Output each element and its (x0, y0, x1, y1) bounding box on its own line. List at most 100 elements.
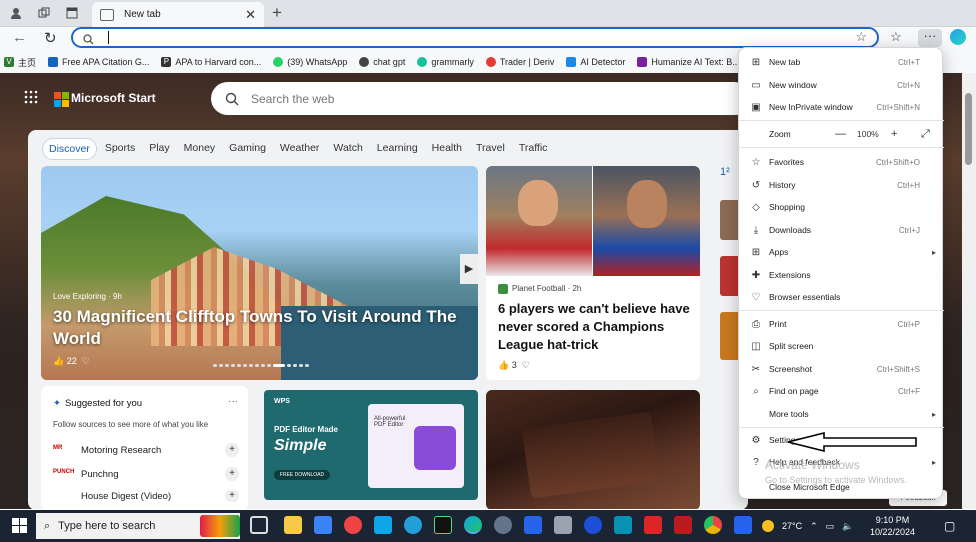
refresh-icon[interactable]: ↻ (44, 29, 57, 47)
free-download-button[interactable]: FREE DOWNLOAD (274, 470, 330, 480)
favorite-star-icon[interactable]: ☆ (855, 29, 867, 45)
vertical-tabs-icon[interactable] (62, 4, 82, 22)
scrollbar-thumb[interactable] (965, 93, 972, 165)
word-icon[interactable] (524, 516, 542, 534)
bookmark-item[interactable]: Trader | Deriv (485, 57, 554, 67)
menu-item-new-tab[interactable]: ⊞ New tab Ctrl+T (739, 52, 944, 72)
menu-item-print[interactable]: ⎙ Print Ctrl+P (739, 314, 944, 334)
new-tab-button[interactable]: + (272, 3, 282, 23)
clock[interactable]: 9:10 PM 10/22/2024 (870, 514, 915, 538)
menu-item-new-window[interactable]: ▭ New window Ctrl+N (739, 75, 944, 95)
menu-item-find[interactable]: ⌕ Find on page Ctrl+F (739, 381, 944, 401)
menu-item-inprivate[interactable]: ▣ New InPrivate window Ctrl+Shift+N (739, 97, 944, 117)
page-scrollbar[interactable] (962, 73, 976, 509)
more-options-icon[interactable]: ··· (228, 396, 238, 407)
favorites-icon[interactable]: ☆ (890, 29, 902, 45)
like-count[interactable]: 👍 3 ♡ (498, 360, 530, 371)
follow-button[interactable]: + (225, 490, 239, 502)
menu-item-extensions[interactable]: ✚ Extensions (739, 265, 944, 285)
close-tab-icon[interactable]: ✕ (245, 7, 256, 23)
like-count[interactable]: 👍 22 ♡ (53, 356, 90, 367)
wps-ad-card[interactable]: WPS PDF Editor Made Simple FREE DOWNLOAD… (264, 390, 478, 500)
menu-item-split-screen[interactable]: ◫ Split screen (739, 336, 944, 356)
telegram-icon[interactable] (404, 516, 422, 534)
tab-play[interactable]: Play (143, 138, 175, 160)
source-row[interactable]: PUNCH Punchng + (53, 466, 239, 482)
app-launcher-icon[interactable] (24, 90, 38, 108)
tab-money[interactable]: Money (178, 138, 222, 160)
menu-item-history[interactable]: ↺ History Ctrl+H (739, 175, 944, 195)
source-row[interactable]: House Digest (Video) + (53, 490, 239, 502)
follow-button[interactable]: + (225, 443, 239, 457)
tab-sports[interactable]: Sports (99, 138, 141, 160)
app-icon[interactable] (614, 516, 632, 534)
volume-icon[interactable]: 🔈 (842, 521, 853, 532)
terminal-icon[interactable] (434, 516, 452, 534)
bookmark-item[interactable]: P APA to Harvard con... (161, 57, 261, 67)
article-title[interactable]: 30 Magnificent Clifftop Towns To Visit A… (53, 306, 463, 350)
acrobat-icon[interactable] (674, 516, 692, 534)
copilot-icon[interactable] (950, 29, 966, 45)
carousel-next-icon[interactable]: ▶ (460, 254, 478, 284)
tab-gaming[interactable]: Gaming (223, 138, 272, 160)
thumbnail[interactable]: 1² (720, 166, 738, 184)
edge-icon[interactable] (464, 516, 482, 534)
menu-item-screenshot[interactable]: ✂ Screenshot Ctrl+Shift+S (739, 359, 944, 379)
menu-item-apps[interactable]: ⊞ Apps ▸ (739, 242, 944, 262)
tab-watch[interactable]: Watch (327, 138, 368, 160)
settings-app-icon[interactable] (494, 516, 512, 534)
follow-button[interactable]: + (225, 467, 239, 481)
tab-learning[interactable]: Learning (371, 138, 424, 160)
weather-icon[interactable] (762, 520, 774, 532)
temperature[interactable]: 27°C (782, 521, 802, 531)
workspaces-icon[interactable] (34, 4, 54, 22)
address-bar[interactable]: ☆ (71, 27, 879, 48)
windows-start-icon[interactable] (12, 518, 27, 533)
tab-discover[interactable]: Discover (42, 138, 97, 160)
show-hidden-icons-icon[interactable]: ⌃ (810, 521, 818, 532)
bookmark-item[interactable]: Free APA Citation G... (48, 57, 149, 67)
app-icon[interactable] (554, 516, 572, 534)
tab-health[interactable]: Health (426, 138, 468, 160)
file-explorer-icon[interactable] (284, 516, 302, 534)
bookmark-item[interactable]: Humanize AI Text: B... (637, 57, 740, 67)
bookmark-item[interactable]: V 主页 (4, 56, 36, 69)
bookmark-item[interactable]: AI Detector (566, 57, 625, 67)
chrome-icon[interactable] (704, 516, 722, 534)
fullscreen-icon[interactable]: ⤢ (921, 128, 930, 141)
menu-item-favorites[interactable]: ☆ Favorites Ctrl+Shift+O (739, 152, 944, 172)
taskbar-search-box[interactable]: ⌕ Type here to search (36, 513, 240, 539)
football-article-card[interactable]: Planet Football · 2h 6 players we can't … (486, 166, 700, 380)
web-search-box[interactable]: Search the web (211, 82, 751, 115)
back-icon[interactable]: ← (12, 29, 27, 46)
tab-traffic[interactable]: Traffic (513, 138, 554, 160)
tab-travel[interactable]: Travel (470, 138, 511, 160)
source-row[interactable]: MR Motoring Research + (53, 442, 239, 458)
tab-new-tab[interactable]: New tab ✕ (92, 2, 264, 27)
bookmark-item[interactable]: chat gpt (359, 57, 405, 67)
network-icon[interactable]: ▭ (826, 521, 835, 532)
bookmark-item[interactable]: grammarly (417, 57, 474, 67)
store-icon[interactable] (314, 516, 332, 534)
article-title[interactable]: 6 players we can't believe have never sc… (498, 300, 693, 354)
menu-item-shopping[interactable]: ◇ Shopping (739, 197, 944, 217)
app-icon[interactable] (344, 516, 362, 534)
app-icon[interactable] (584, 516, 602, 534)
menu-item-downloads[interactable]: ⤓ Downloads Ctrl+J (739, 220, 944, 240)
hero-article-card[interactable]: Love Exploring · 9h 30 Magnificent Cliff… (41, 166, 478, 380)
settings-more-icon[interactable]: ··· (918, 29, 942, 47)
bookmark-item[interactable]: (39) WhatsApp (273, 57, 347, 67)
app-icon[interactable] (644, 516, 662, 534)
tab-weather[interactable]: Weather (274, 138, 326, 160)
mail-icon[interactable] (374, 516, 392, 534)
profile-icon[interactable] (6, 4, 26, 22)
zoom-in-button[interactable]: + (891, 128, 897, 140)
notifications-icon[interactable]: ▢ (944, 519, 955, 533)
menu-item-more-tools[interactable]: More tools ▸ (739, 404, 944, 424)
food-article-card[interactable] (486, 390, 700, 509)
bookmark-label: grammarly (431, 57, 474, 67)
task-view-icon[interactable] (250, 516, 268, 534)
zoom-out-button[interactable]: — (835, 128, 846, 140)
menu-item-browser-essentials[interactable]: ♡ Browser essentials (739, 287, 944, 307)
app-icon[interactable] (734, 516, 752, 534)
